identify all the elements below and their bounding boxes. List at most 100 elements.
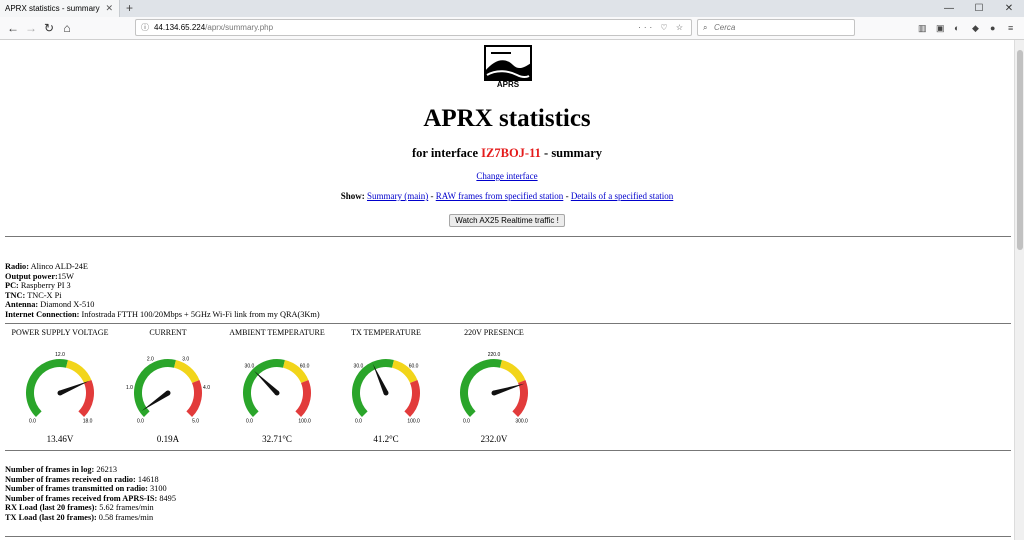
gauge-tick-label: 60.0 — [409, 363, 419, 369]
gauge-band — [134, 359, 176, 418]
gauge-tick-label: 30.0 — [354, 363, 364, 369]
page-content: APRS APRX statistics for interface IZ7BO… — [0, 40, 1014, 540]
raw-frames-link[interactable]: RAW frames from specified station — [436, 191, 564, 201]
search-bar[interactable]: ⌕ — [697, 19, 855, 36]
tab-aprx-summary[interactable]: APRX statistics - summary ✕ — [0, 0, 120, 17]
stat-line: Number of frames in log: 26213 — [5, 465, 118, 474]
gauge-tick-label: 0.0 — [29, 419, 36, 425]
gauge-band — [404, 379, 420, 418]
gauge-tick-label: 60.0 — [300, 363, 310, 369]
gauge-hub — [165, 390, 171, 396]
stat-line: RX Load (last 20 frames): 5.62 frames/mi… — [5, 503, 154, 512]
extension-icon[interactable]: ◐ — [954, 20, 959, 36]
stat-line: Number of frames transmitted on radio: 3… — [5, 484, 167, 493]
page-title: APRX statistics — [423, 105, 591, 132]
search-input[interactable] — [714, 21, 844, 33]
gauge-band — [65, 359, 92, 384]
gauge-band — [499, 359, 526, 384]
gauge-tick-label: 0.0 — [355, 419, 362, 425]
gauge-dial: 0.0 30.0 60.0 100.0 — [243, 359, 311, 425]
library-icon[interactable]: ▥ — [918, 20, 927, 36]
scrollbar[interactable] — [1014, 40, 1024, 540]
gauge-tick-label: 12.0 — [55, 352, 65, 358]
gauge-current: CURRENT 0.0 1.0 2.0 3.0 4.0 5.0 0.19A — [108, 328, 228, 444]
gauge-band — [295, 379, 311, 418]
url-text[interactable]: 44.134.65.224/aprx/summary.php — [154, 20, 273, 35]
back-icon[interactable]: ← — [4, 20, 22, 36]
close-window-icon[interactable]: ✕ — [994, 0, 1024, 17]
gauge-tick-label: 100.0 — [407, 419, 420, 425]
new-tab-icon[interactable]: + — [126, 0, 133, 17]
gauge-value: 32.71°C — [262, 434, 292, 444]
gauge-band — [173, 359, 200, 384]
tab-title: APRX statistics - summary — [5, 4, 100, 13]
site-info-icon[interactable]: ⓘ — [141, 20, 149, 35]
show-links-row: Show: Summary (main) - RAW frames from s… — [340, 191, 674, 201]
tab-bar: APRX statistics - summary ✕ + — ☐ ✕ — [0, 0, 1024, 17]
realtime-button-row: Watch AX25 Realtime traffic ! — [0, 210, 1014, 228]
gauge-needle — [372, 363, 389, 395]
addon-icon[interactable]: ◆ — [972, 20, 979, 36]
gauge-value: 13.46V — [46, 434, 74, 444]
gauge-tick-label: 1.0 — [126, 385, 133, 391]
gauge-tick-label: 220.0 — [488, 352, 501, 358]
gauge-title: AMBIENT TEMPERATURE — [229, 328, 325, 337]
gauge-220v-presence: 220V PRESENCE 0.0 220.0 300.0 232.0V — [434, 328, 554, 444]
gauge-tx-temperature: TX TEMPERATURE 0.0 30.0 60.0 100.0 41.2°C — [326, 328, 446, 444]
gauge-value: 41.2°C — [373, 434, 399, 444]
summary-link[interactable]: Summary (main) — [367, 191, 428, 201]
gauge-tick-label: 5.0 — [192, 419, 199, 425]
change-interface-link[interactable]: Change interface — [476, 171, 537, 181]
gauge-band — [78, 379, 94, 418]
gauge-tick-label: 30.0 — [245, 363, 255, 369]
info-line: Antenna: Diamond X-510 — [5, 300, 95, 309]
page-actions-icon[interactable]: ··· ♡ ☆ — [638, 20, 686, 35]
page-subtitle: for interface IZ7BOJ-11 - summary — [411, 146, 603, 160]
home-icon[interactable]: ⌂ — [58, 20, 76, 36]
gauge-tick-label: 18.0 — [83, 419, 93, 425]
gauge-hub — [491, 390, 497, 396]
callsign: IZ7BOJ-11 — [481, 146, 541, 160]
gauge-tick-label: 3.0 — [182, 356, 189, 362]
frame-stats: Number of frames in log: 26213 Number of… — [5, 465, 176, 522]
reload-icon[interactable]: ↻ — [40, 20, 58, 36]
address-bar[interactable]: ⓘ 44.134.65.224/aprx/summary.php ··· ♡ ☆ — [135, 19, 692, 36]
gauge-value: 0.19A — [156, 434, 180, 444]
divider — [5, 450, 1011, 451]
divider — [5, 536, 1011, 537]
gauge-needle — [254, 370, 279, 395]
menu-icon[interactable]: ≡ — [1008, 20, 1013, 36]
account-icon[interactable]: ● — [990, 20, 995, 36]
show-label: Show: — [340, 191, 365, 201]
info-line: PC: Raspberry PI 3 — [5, 281, 71, 290]
gauge-tick-label: 0.0 — [463, 419, 470, 425]
gauge-hub — [274, 390, 280, 396]
stat-line: Number of frames received from APRS-IS: … — [5, 493, 176, 503]
logo-text: APRS — [496, 80, 520, 89]
gauge-tick-label: 0.0 — [137, 419, 144, 425]
gauge-tick-label: 100.0 — [298, 419, 311, 425]
gauge-band — [243, 359, 285, 418]
gauge-tick-label: 300.0 — [515, 419, 528, 425]
sidebar-icon[interactable]: ▣ — [936, 20, 945, 36]
gauge-hub — [57, 390, 63, 396]
forward-icon[interactable]: → — [22, 20, 40, 36]
maximize-icon[interactable]: ☐ — [964, 0, 994, 17]
station-info: Radio: Alinco ALD-24E Output power:15W P… — [5, 262, 320, 319]
station-details-link[interactable]: Details of a specified station — [571, 191, 673, 201]
gauge-title: CURRENT — [149, 328, 187, 337]
gauge-title: TX TEMPERATURE — [351, 328, 421, 337]
gauge-dial: 0.0 220.0 300.0 — [460, 352, 528, 425]
watch-realtime-button[interactable]: Watch AX25 Realtime traffic ! — [449, 214, 565, 227]
gauge-ambient-temperature: AMBIENT TEMPERATURE 0.0 30.0 60.0 100.0 32.… — [217, 328, 337, 444]
gauge-hub — [383, 390, 389, 396]
gauge-tick-label: 0.0 — [246, 419, 253, 425]
gauge-band — [352, 359, 394, 418]
info-line: Radio: Alinco ALD-24E — [5, 262, 88, 271]
gauge-value: 232.0V — [480, 434, 508, 444]
minimize-icon[interactable]: — — [934, 0, 964, 17]
close-tab-icon[interactable]: ✕ — [105, 0, 113, 17]
scrollbar-thumb[interactable] — [1017, 50, 1023, 250]
gauge-band — [26, 359, 68, 418]
gauge-band — [460, 359, 502, 418]
